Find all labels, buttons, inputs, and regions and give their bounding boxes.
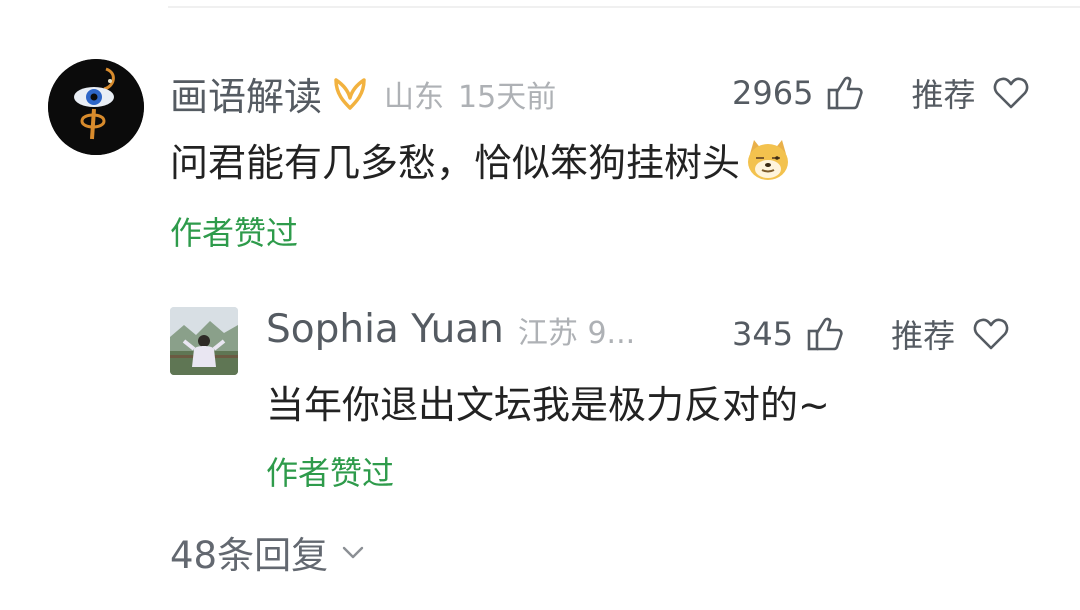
reply-avatar[interactable]	[170, 307, 238, 375]
reply-recommend-button[interactable]: 推荐	[891, 311, 955, 357]
chevron-down-icon	[340, 539, 366, 565]
comment-author-name[interactable]: 画语解读	[170, 66, 322, 121]
thumb-up-icon[interactable]	[825, 73, 865, 113]
replies-count-label: 48条回复	[170, 534, 329, 577]
thumb-up-icon[interactable]	[805, 314, 845, 354]
comment-text-body: 问君能有几多愁，恰似笨狗挂树头	[170, 141, 741, 185]
top-divider	[168, 6, 1080, 8]
reply-author-name[interactable]: Sophia Yuan	[266, 307, 504, 352]
heart-icon[interactable]	[991, 73, 1031, 113]
comment-text: 问君能有几多愁，恰似笨狗挂树头	[170, 132, 792, 187]
author-liked-label: 作者赞过	[170, 214, 299, 252]
reply-author-liked-label: 作者赞过	[266, 454, 395, 492]
reply-location-time: 江苏 9...	[517, 315, 636, 351]
reply-like-count: 345	[732, 315, 794, 353]
recommend-button[interactable]: 推荐	[911, 70, 975, 116]
comment-actions: 2965 推荐	[732, 70, 1031, 116]
comment-time: 15天前	[458, 79, 557, 115]
reply-text: 当年你退出文坛我是极力反对的~	[266, 383, 830, 427]
heart-icon[interactable]	[971, 314, 1011, 354]
doge-icon	[744, 136, 792, 184]
view-replies-link[interactable]: 48条回复	[170, 525, 366, 579]
reply-meta: Sophia Yuan 江苏 9...	[266, 307, 635, 352]
comment-location: 山东	[384, 79, 445, 115]
reply-actions: 345 推荐	[732, 311, 1011, 357]
avatar[interactable]	[48, 59, 144, 155]
comment-meta: 画语解读 山东 15天前	[170, 66, 556, 121]
badge-icon	[330, 74, 370, 114]
comment-like-count: 2965	[732, 74, 814, 112]
